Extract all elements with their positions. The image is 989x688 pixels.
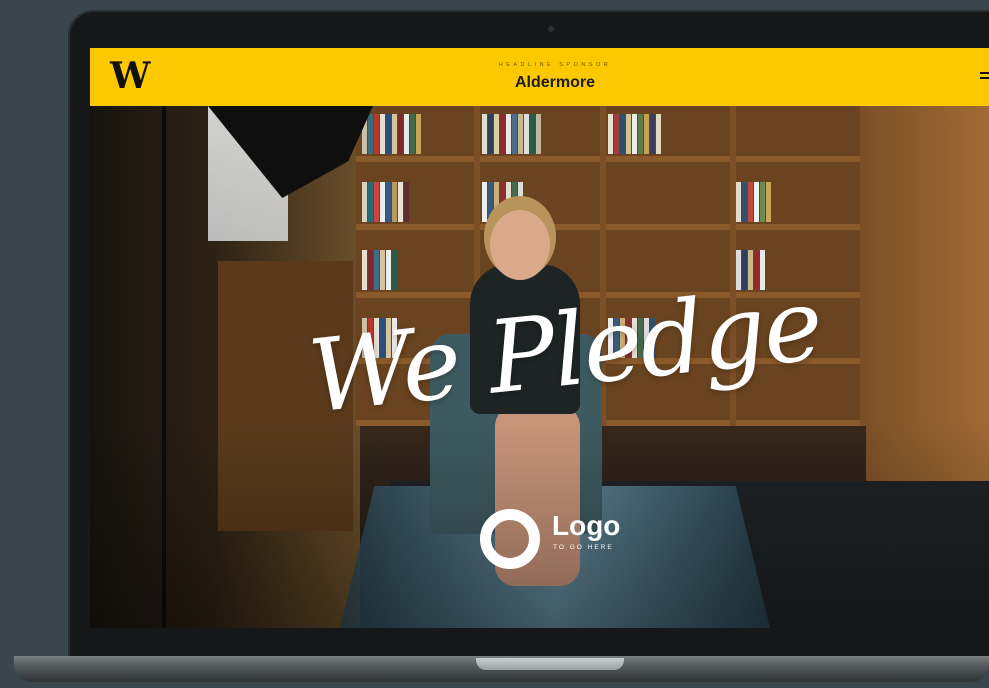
site-header: W HEADLINE SPONSOR Aldermore (90, 48, 989, 106)
brand-logo[interactable]: W (110, 58, 150, 94)
hamburger-menu-icon[interactable] (980, 72, 989, 82)
ring-logo-icon (480, 509, 540, 569)
sponsor-logo[interactable]: Aldermore (480, 74, 630, 92)
laptop-screen: W HEADLINE SPONSOR Aldermore We Pledge L… (90, 48, 989, 628)
sponsor-label: HEADLINE SPONSOR (498, 62, 612, 68)
partner-logo-tagline: TO GO HERE (553, 544, 614, 551)
partner-logo: Logo TO GO HERE (480, 504, 640, 574)
webcam-icon (548, 26, 554, 32)
hero-section: We Pledge Logo TO GO HERE (90, 106, 989, 628)
partner-logo-name: Logo (552, 510, 621, 541)
laptop-notch (476, 658, 624, 670)
